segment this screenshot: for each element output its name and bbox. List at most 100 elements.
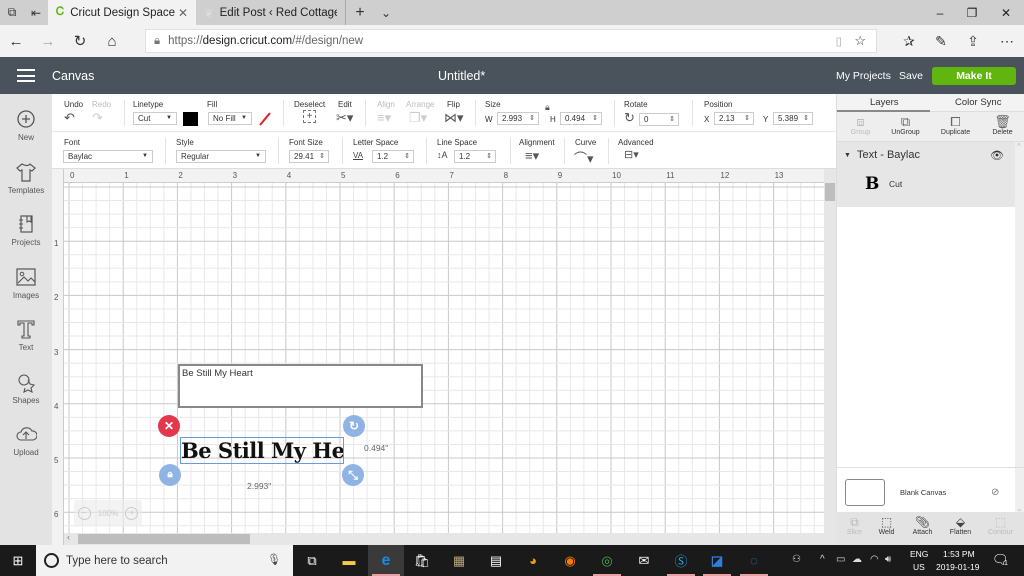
volume-icon[interactable]: 🔊︎ xyxy=(885,554,891,565)
font-size-input[interactable]: 29.41 ⇕ xyxy=(289,150,329,163)
people-icon[interactable]: ⚇ xyxy=(792,554,801,565)
skype-icon[interactable]: Ⓢ xyxy=(663,545,699,576)
curve-icon[interactable]: ⌒▾ xyxy=(574,148,594,167)
resize-handle-icon[interactable]: ⤡ xyxy=(342,464,364,486)
vertical-scrollbar[interactable] xyxy=(824,169,836,533)
attach-button[interactable]: 📎︎ Attach xyxy=(904,515,941,536)
refresh-icon[interactable]: ↻ xyxy=(64,32,96,50)
edge-icon[interactable]: e xyxy=(368,545,404,576)
text-alignment-icon[interactable]: ≡▾ xyxy=(525,148,539,164)
tab-color-sync[interactable]: Color Sync xyxy=(955,97,1001,108)
new-tab-icon[interactable]: + xyxy=(346,0,374,25)
forward-icon[interactable]: → xyxy=(32,33,64,50)
close-window-icon[interactable]: ✕ xyxy=(990,0,1022,25)
sidebar-item-shapes[interactable]: Shapes xyxy=(0,371,52,405)
tray-chevron-icon[interactable]: ^ xyxy=(820,554,825,565)
horizontal-scroll-thumb[interactable] xyxy=(78,534,250,544)
windows-start-icon[interactable]: ⊞ xyxy=(0,545,36,576)
restore-icon[interactable]: ❐ xyxy=(956,0,988,25)
flatten-button[interactable]: ⬙ Flatten xyxy=(942,515,979,536)
tab-list-chevron-icon[interactable]: ⌄ xyxy=(374,0,398,25)
app-icon[interactable]: ▦ xyxy=(441,545,477,576)
taskbar-search[interactable]: Type here to search 🎙︎ xyxy=(36,545,293,576)
region-label[interactable]: US xyxy=(913,562,925,572)
save-button[interactable]: Save xyxy=(899,70,923,82)
no-fill-swatch-icon[interactable] xyxy=(258,112,272,126)
deselect-icon[interactable]: + xyxy=(303,110,316,123)
delete-handle-icon[interactable]: ✕ xyxy=(158,415,180,437)
visibility-eye-icon[interactable]: 👁︎ xyxy=(990,149,1004,162)
sidebar-item-projects[interactable]: Projects xyxy=(0,213,52,247)
hidden-eye-icon[interactable]: ⊘ xyxy=(991,487,999,498)
delete-button[interactable]: 🗑︎ Delete xyxy=(979,114,1024,136)
flip-icon[interactable]: ⋈▾ xyxy=(444,110,464,126)
expand-caret-icon[interactable]: ▼ xyxy=(844,152,851,159)
blank-canvas-swatch[interactable] xyxy=(845,479,885,506)
notes-pen-icon[interactable]: ✎ xyxy=(926,25,956,57)
line-color-swatch[interactable] xyxy=(183,112,198,126)
width-input[interactable]: 2.993 ⇕ xyxy=(497,112,539,125)
weld-button[interactable]: ⬚ Weld xyxy=(868,515,905,536)
battery-icon[interactable]: ▭ xyxy=(836,554,845,565)
arrange-icon[interactable]: ❐▾ xyxy=(409,110,427,126)
back-icon[interactable]: ← xyxy=(0,33,32,50)
clock-time[interactable]: 1:53 PM xyxy=(943,549,975,559)
onedrive-icon[interactable]: ☁ xyxy=(852,554,862,565)
zoom-out-icon[interactable]: − xyxy=(77,506,91,520)
lock-handle-icon[interactable]: 🔒︎ xyxy=(159,464,181,486)
sidebar-item-images[interactable]: Images xyxy=(0,266,52,300)
mail-icon[interactable]: ✉ xyxy=(626,545,662,576)
tab-cricut[interactable]: Ꮯ Cricut Design Space ✕ xyxy=(48,0,196,25)
redo-icon[interactable]: ↷ xyxy=(92,110,103,126)
make-it-button[interactable]: Make It xyxy=(932,67,1016,85)
sidebar-item-text[interactable]: Text xyxy=(0,318,52,352)
store-icon[interactable]: 🛍︎ xyxy=(404,545,440,576)
line-space-input[interactable]: 1.2 ⇕ xyxy=(454,150,496,163)
reading-view-icon[interactable]: ▯ xyxy=(836,34,842,48)
group-button[interactable]: ⧈ Group xyxy=(837,114,884,136)
app-circle-icon[interactable]: ◌ xyxy=(736,545,772,576)
fill-select[interactable]: No Fill ▼ xyxy=(208,112,252,125)
layer-group[interactable]: ▼ Text - Baylac 👁︎ B Cut xyxy=(837,142,1015,207)
set-aside-icon[interactable]: ⇤ xyxy=(24,0,48,25)
sidebar-item-new[interactable]: New xyxy=(0,108,52,142)
tab-actions-icon[interactable]: ⧉ xyxy=(0,0,24,25)
language-label[interactable]: ENG xyxy=(910,549,928,559)
vertical-scroll-thumb[interactable] xyxy=(825,183,835,201)
calculator-icon[interactable]: ▤ xyxy=(478,545,514,576)
undo-icon[interactable]: ↶ xyxy=(64,110,75,126)
sidebar-item-templates[interactable]: Templates xyxy=(0,161,52,195)
duplicate-button[interactable]: ⧠ Duplicate xyxy=(932,114,979,136)
height-input[interactable]: 0.494 ⇕ xyxy=(560,112,602,125)
rotate-input[interactable]: 0 ⇕ xyxy=(639,113,679,126)
letter-space-input[interactable]: 1.2 ⇕ xyxy=(372,150,414,163)
ungroup-button[interactable]: ⧉ UnGroup xyxy=(882,114,929,136)
my-projects-link[interactable]: My Projects xyxy=(836,70,891,82)
style-select[interactable]: Regular ▼ xyxy=(176,150,266,163)
selected-text-object[interactable]: Be Still My Heart xyxy=(180,437,344,464)
hamburger-menu-icon[interactable] xyxy=(17,69,35,82)
file-explorer-icon[interactable]: ▬ xyxy=(331,545,367,576)
x-position-input[interactable]: 2.13 ⇕ xyxy=(714,112,754,125)
microphone-icon[interactable]: 🎙︎ xyxy=(267,553,281,566)
zoom-in-icon[interactable]: + xyxy=(125,506,139,520)
font-select[interactable]: Baylac ▼ xyxy=(63,150,153,163)
chrome-icon[interactable]: ◎ xyxy=(589,545,625,576)
url-field[interactable]: 🔒︎ https://design.cricut.com/#/design/ne… xyxy=(145,29,877,53)
minimize-icon[interactable]: – xyxy=(924,0,956,25)
edit-scissors-icon[interactable]: ✂▾ xyxy=(336,110,353,126)
tab-edit-post[interactable]: ❦ Edit Post ‹ Red Cottage Chr xyxy=(196,0,346,25)
favorite-star-icon[interactable]: ☆ xyxy=(854,33,866,49)
favorites-hub-icon[interactable]: ✰ xyxy=(894,25,924,57)
task-view-icon[interactable]: ⧉ xyxy=(294,545,330,576)
share-icon[interactable]: ⇪ xyxy=(958,25,988,57)
app-a-icon[interactable]: ◪ xyxy=(699,545,735,576)
picasa-icon[interactable]: ◕ xyxy=(515,545,551,576)
contour-button[interactable]: ⬚ Contour xyxy=(982,515,1019,536)
align-icon[interactable]: ≡▾ xyxy=(377,110,391,126)
close-tab-icon[interactable]: ✕ xyxy=(178,6,188,20)
y-position-input[interactable]: 5.389 ⇕ xyxy=(773,112,813,125)
scroll-left-icon[interactable]: ‹ xyxy=(67,532,70,542)
horizontal-scrollbar[interactable]: ‹ xyxy=(64,532,836,545)
sidebar-item-upload[interactable]: Upload xyxy=(0,423,52,457)
